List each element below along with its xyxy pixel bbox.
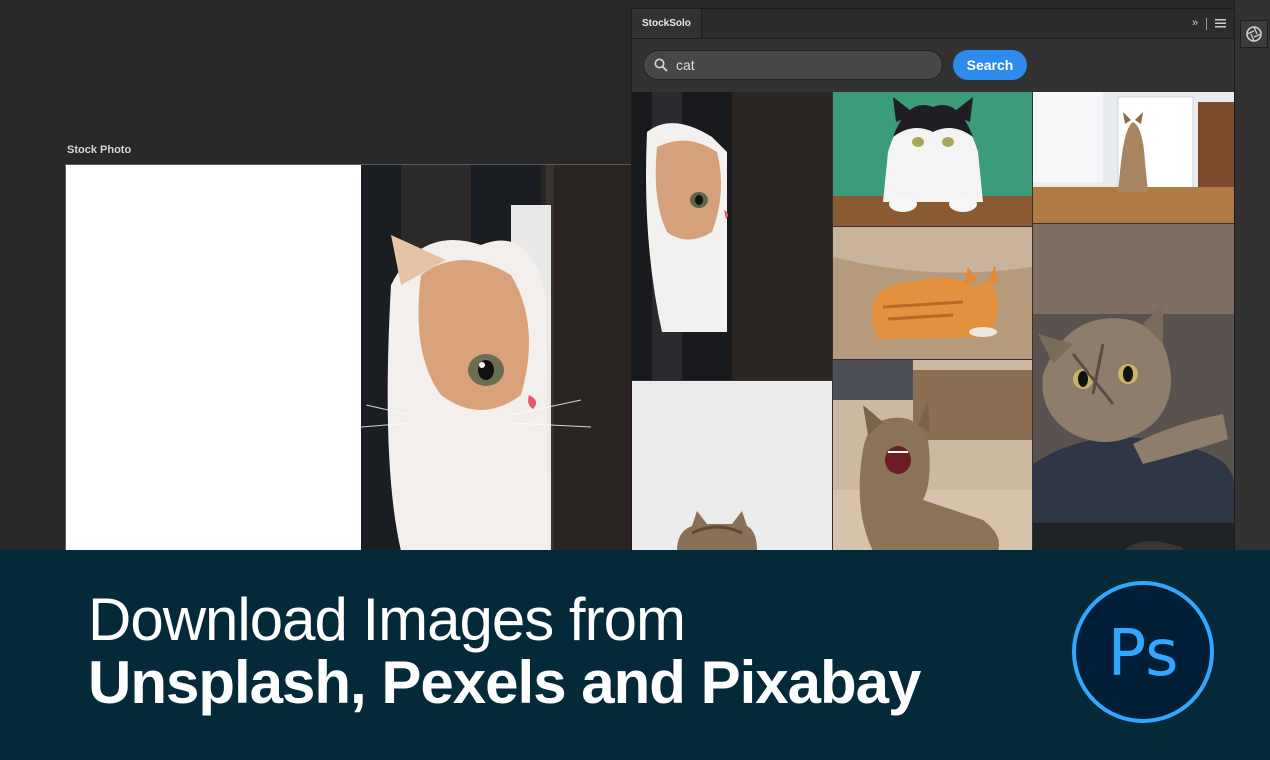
right-toolbar [1234,0,1270,550]
stocksolo-panel: StockSolo » Search [631,8,1235,551]
document-title: Stock Photo [67,144,132,156]
result-thumbnail-cat-kitchen[interactable] [1033,92,1234,223]
photoshop-logo-icon: Ps [1072,581,1214,723]
result-thumbnail-yawning-kitten[interactable] [833,360,1032,551]
banner-headline-line2: Unsplash, Pexels and Pixabay [88,649,921,716]
result-thumbnail-tabby-lying[interactable] [1033,224,1234,522]
aperture-icon [1246,26,1262,42]
search-box[interactable] [643,50,943,80]
search-icon [654,58,668,72]
search-input[interactable] [674,56,918,74]
search-row: Search [632,39,1234,91]
divider-icon [1206,18,1207,30]
result-thumbnail-kitten-window[interactable] [632,92,832,380]
panel-menu-icon[interactable] [1215,19,1226,28]
plugin-tool-button[interactable] [1240,20,1268,48]
panel-tab-bar: StockSolo » [632,9,1234,39]
result-thumbnail-dark-cat[interactable] [1033,523,1234,551]
tab-stocksolo[interactable]: StockSolo [632,9,702,38]
photoshop-logo-text: Ps [1108,617,1179,691]
result-thumbnail-white-bg-cat[interactable] [632,381,832,551]
banner-headline-line1: Download Images from [88,586,686,653]
search-button[interactable]: Search [953,50,1027,80]
canvas-blank-area [66,165,361,551]
document-photo-kitten [361,165,633,551]
collapse-panel-icon[interactable]: » [1192,17,1198,29]
document-canvas[interactable] [65,164,634,551]
result-thumbnail-cat-green[interactable] [833,92,1032,226]
workspace: Stock Photo StockSolo » cat Search [0,0,1270,551]
result-thumbnail-orange-cat[interactable] [833,227,1032,359]
